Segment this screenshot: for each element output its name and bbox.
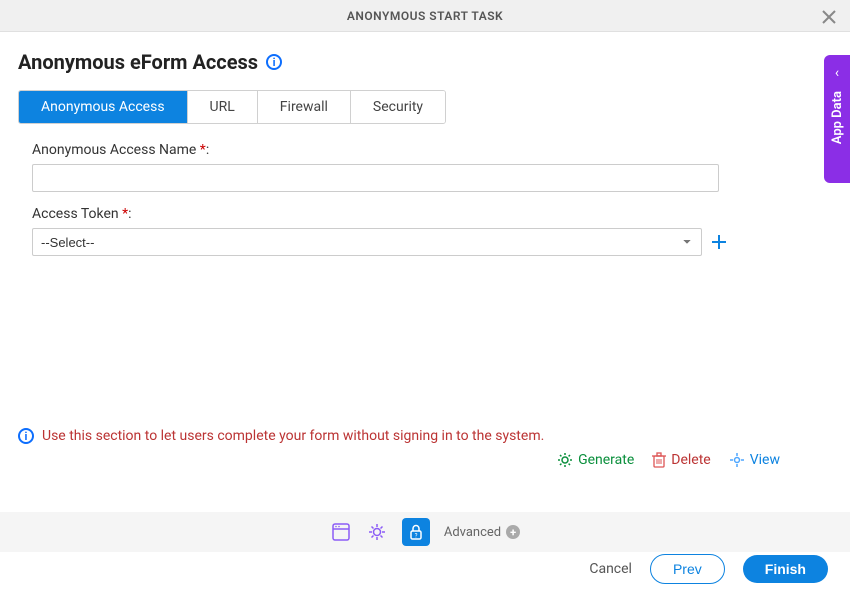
dialog-header: ANONYMOUS START TASK (0, 0, 850, 32)
plus-circle-icon: + (506, 525, 520, 539)
page-title: Anonymous eForm Access (18, 50, 258, 74)
close-button[interactable] (818, 6, 840, 28)
delete-label: Delete (671, 452, 710, 468)
label-colon: : (206, 142, 209, 158)
trash-icon (652, 452, 666, 468)
toolbar-settings-icon-button[interactable] (366, 521, 388, 543)
form-icon (331, 522, 351, 542)
action-row: Generate Delete View (557, 452, 780, 468)
page-title-row: Anonymous eForm Access i (18, 50, 832, 74)
add-token-button[interactable] (710, 233, 728, 251)
tab-firewall[interactable]: Firewall (258, 91, 351, 123)
access-token-label: Access Token *: (32, 206, 818, 222)
required-marker: * (196, 142, 206, 158)
view-label: View (750, 452, 780, 468)
field-access-token: Access Token *: --Select-- (32, 206, 818, 256)
toolbar-lock-icon-button[interactable]: ? (402, 518, 430, 546)
anonymous-access-name-input[interactable] (32, 164, 719, 192)
form-section: Anonymous Access Name *: Access Token *:… (18, 142, 832, 256)
main-content: Anonymous eForm Access i Anonymous Acces… (0, 32, 850, 256)
gear-icon (557, 452, 573, 468)
side-tab-label: App Data (830, 91, 845, 144)
app-data-side-tab[interactable]: ‹ App Data (824, 55, 850, 183)
footer-buttons: Cancel Prev Finish (589, 554, 828, 584)
hint-text: Use this section to let users complete y… (42, 428, 544, 444)
advanced-label-text: Advanced (444, 525, 501, 540)
prev-button[interactable]: Prev (650, 554, 725, 584)
view-button[interactable]: View (729, 452, 780, 468)
view-icon (729, 452, 745, 468)
gear-icon (367, 522, 387, 542)
label-text: Anonymous Access Name (32, 142, 196, 158)
delete-button[interactable]: Delete (652, 452, 710, 468)
tab-bar: Anonymous Access URL Firewall Security (18, 90, 446, 124)
bottom-toolbar: ? Advanced + (0, 512, 850, 552)
hint-row: i Use this section to let users complete… (18, 428, 544, 444)
generate-label: Generate (578, 452, 634, 468)
tab-url[interactable]: URL (188, 91, 258, 123)
label-colon: : (128, 206, 131, 222)
label-text: Access Token (32, 206, 119, 222)
generate-button[interactable]: Generate (557, 452, 634, 468)
finish-button[interactable]: Finish (743, 555, 828, 583)
info-icon[interactable]: i (266, 54, 282, 70)
tab-security[interactable]: Security (351, 91, 445, 123)
svg-text:?: ? (414, 533, 417, 540)
tab-anonymous-access[interactable]: Anonymous Access (19, 91, 188, 123)
required-marker: * (119, 206, 129, 222)
field-anonymous-access-name: Anonymous Access Name *: (32, 142, 818, 192)
cancel-button[interactable]: Cancel (589, 561, 632, 577)
lock-icon: ? (407, 523, 425, 541)
close-icon (822, 10, 836, 24)
access-token-select[interactable]: --Select-- (32, 228, 702, 256)
advanced-toggle[interactable]: Advanced + (444, 525, 520, 540)
dialog-title: ANONYMOUS START TASK (347, 9, 503, 23)
chevron-left-icon: ‹ (835, 65, 839, 81)
anonymous-access-name-label: Anonymous Access Name *: (32, 142, 818, 158)
info-icon: i (18, 428, 34, 444)
plus-icon (711, 234, 727, 250)
access-token-row: --Select-- (32, 228, 818, 256)
toolbar-form-icon-button[interactable] (330, 521, 352, 543)
